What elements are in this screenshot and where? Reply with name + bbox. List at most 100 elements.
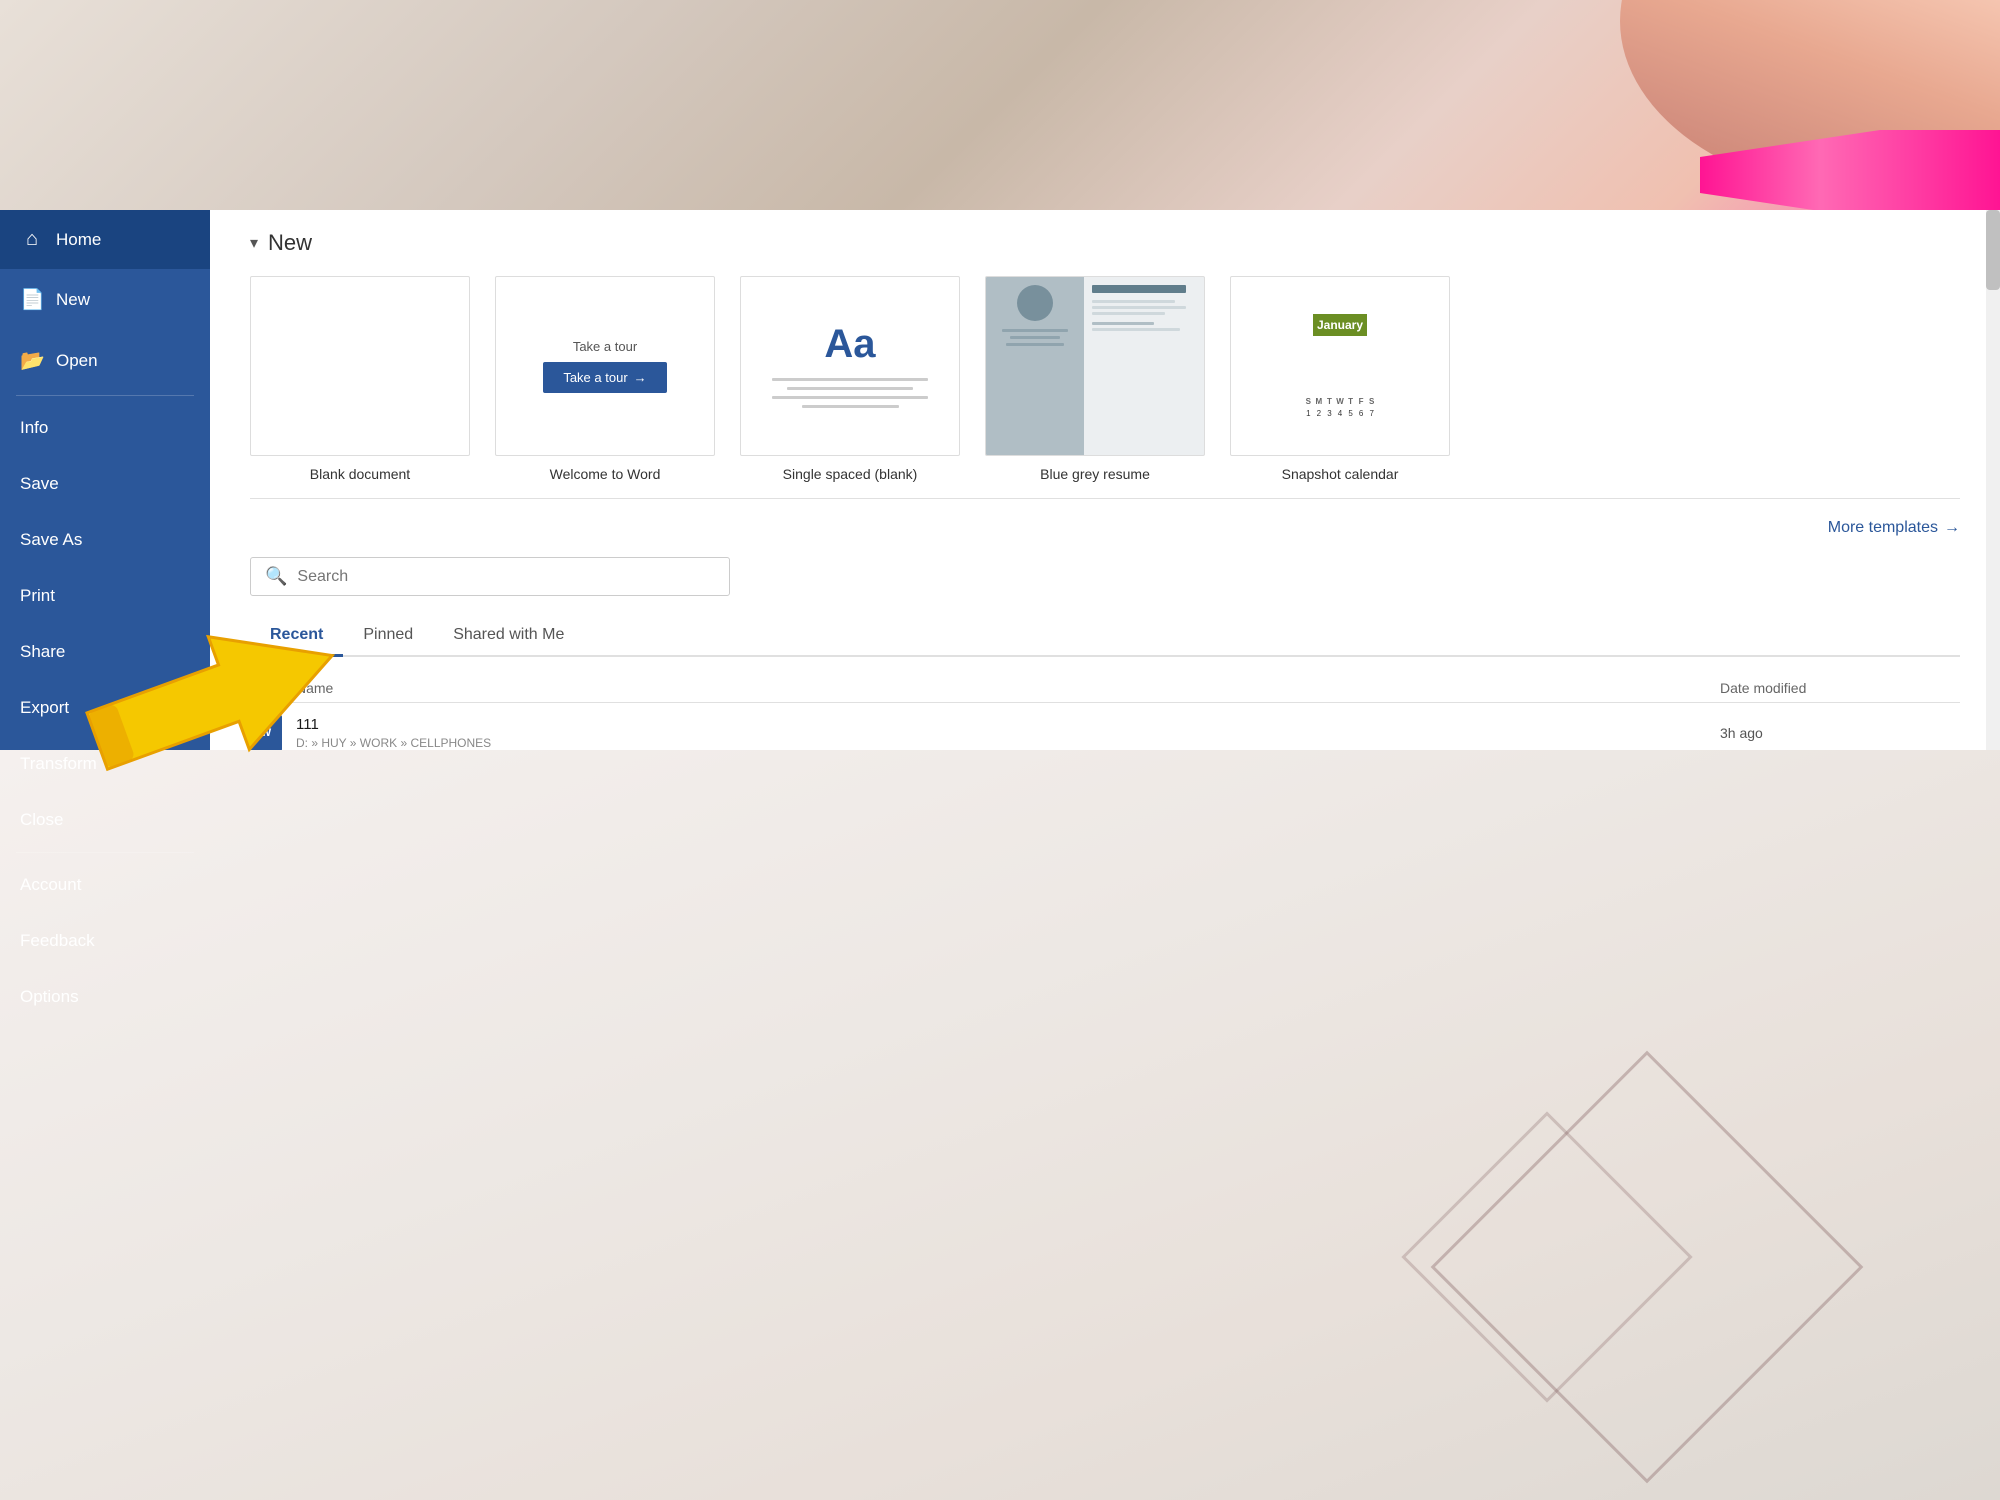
resume-line-1 xyxy=(1002,329,1068,332)
template-single-label: Single spaced (blank) xyxy=(783,466,918,482)
resume-section-1 xyxy=(1092,322,1154,325)
sidebar-item-new[interactable]: 📄 New xyxy=(0,269,210,330)
cal-cell-1: 1 xyxy=(1304,408,1314,419)
calendar-header: January xyxy=(1313,314,1367,336)
scrollbar[interactable] xyxy=(1986,210,2000,750)
doc-line-2 xyxy=(787,387,913,390)
template-resume-label: Blue grey resume xyxy=(1040,466,1150,482)
template-blank[interactable]: Blank document xyxy=(250,276,470,482)
new-doc-icon: 📄 xyxy=(20,287,44,312)
cal-day-s2: S xyxy=(1367,396,1377,407)
blank-thumb xyxy=(250,276,470,456)
sidebar-item-account[interactable]: Account xyxy=(0,857,210,913)
open-icon: 📂 xyxy=(20,348,44,373)
more-templates-row: More templates → xyxy=(250,519,1960,537)
sidebar-label-account: Account xyxy=(20,875,81,895)
resume-detail-3 xyxy=(1092,312,1165,315)
tab-pinned-label: Pinned xyxy=(363,626,413,643)
doc-line-1 xyxy=(772,378,927,381)
resume-avatar-circle xyxy=(1017,285,1053,321)
welcome-tour-text: Take a tour xyxy=(573,339,637,354)
calendar-grid: S M T W T F S 1 2 3 4 5 6 7 xyxy=(1304,396,1377,419)
sidebar-label-feedback: Feedback xyxy=(20,931,95,951)
welcome-tour-btn: Take a tour → xyxy=(543,362,666,393)
sidebar-label-info: Info xyxy=(20,418,48,438)
sidebar-label-save: Save xyxy=(20,474,59,494)
cal-cell-6: 6 xyxy=(1356,408,1366,419)
col-name-header: Name xyxy=(296,680,1710,696)
sidebar-divider-1 xyxy=(16,395,194,396)
tab-shared[interactable]: Shared with Me xyxy=(433,616,584,657)
template-calendar[interactable]: January S M T W T F S 1 2 xyxy=(1230,276,1450,482)
welcome-thumb: Take a tour Take a tour → xyxy=(495,276,715,456)
cal-cell-5: 5 xyxy=(1346,408,1356,419)
cal-day-s1: S xyxy=(1304,396,1314,407)
sidebar-item-options[interactable]: Options xyxy=(0,969,210,1025)
templates-divider xyxy=(250,498,1960,499)
file-list-header: 📄 Name Date modified xyxy=(250,673,1960,703)
sidebar-item-home[interactable]: ⌂ Home xyxy=(0,210,210,269)
file-row-1[interactable]: W 111 D: » HUY » WORK » CELLPHONES 3h ag… xyxy=(250,703,1960,750)
arrow-right-icon: → xyxy=(634,370,647,385)
sidebar-item-open[interactable]: 📂 Open xyxy=(0,330,210,391)
col-date-header: Date modified xyxy=(1720,680,1960,696)
welcome-tour-btn-label: Take a tour xyxy=(563,370,627,385)
section-title: New xyxy=(268,230,312,256)
file-path-1: D: » HUY » WORK » CELLPHONES xyxy=(296,736,1710,750)
resume-detail-2 xyxy=(1092,306,1186,309)
cal-day-w: W xyxy=(1335,396,1345,407)
calendar-photo-strip xyxy=(1339,340,1341,390)
single-spaced-thumb: Aa xyxy=(740,276,960,456)
sidebar-bottom: Account Feedback Options xyxy=(0,857,210,1025)
cal-day-t2: T xyxy=(1346,396,1356,407)
resume-name-block xyxy=(1092,285,1186,293)
sidebar-item-save-as[interactable]: Save As xyxy=(0,512,210,568)
template-single-spaced[interactable]: Aa Single spaced (blank) xyxy=(740,276,960,482)
cal-cell-3: 3 xyxy=(1325,408,1335,419)
tabs-row: Recent Pinned Shared with Me xyxy=(250,616,1960,657)
sidebar-item-save[interactable]: Save xyxy=(0,456,210,512)
doc-line-3 xyxy=(772,396,927,399)
resume-detail-4 xyxy=(1092,328,1180,331)
template-resume[interactable]: Blue grey resume xyxy=(985,276,1205,482)
resume-line-2 xyxy=(1010,336,1059,339)
sidebar-label-save-as: Save As xyxy=(20,530,82,550)
calendar-thumb: January S M T W T F S 1 2 xyxy=(1230,276,1450,456)
cal-cell-4: 4 xyxy=(1335,408,1345,419)
cal-day-f: F xyxy=(1356,396,1366,407)
template-welcome-label: Welcome to Word xyxy=(550,466,661,482)
file-date-1: 3h ago xyxy=(1720,725,1960,741)
more-templates-link[interactable]: More templates → xyxy=(1828,519,1960,537)
cal-day-t1: T xyxy=(1325,396,1335,407)
more-templates-label: More templates xyxy=(1828,519,1938,537)
file-name-1: 111 xyxy=(296,716,1710,733)
resume-thumb xyxy=(985,276,1205,456)
template-gallery: Blank document Take a tour Take a tour →… xyxy=(250,276,1960,482)
sidebar-label-open: Open xyxy=(56,351,98,371)
new-section-header: ▾ New xyxy=(250,230,1960,256)
resume-main xyxy=(1084,277,1204,455)
sidebar-item-feedback[interactable]: Feedback xyxy=(0,913,210,969)
scrollbar-thumb[interactable] xyxy=(1986,210,2000,290)
home-icon: ⌂ xyxy=(20,228,44,251)
yellow-arrow-overlay xyxy=(50,580,370,820)
resume-sidebar xyxy=(986,277,1084,455)
template-welcome[interactable]: Take a tour Take a tour → Welcome to Wor… xyxy=(495,276,715,482)
doc-line-4 xyxy=(802,405,899,408)
aa-label: Aa xyxy=(824,322,875,367)
sidebar-label-home: Home xyxy=(56,230,101,250)
cal-cell-7: 7 xyxy=(1367,408,1377,419)
sidebar-label-new: New xyxy=(56,290,90,310)
resume-detail-1 xyxy=(1092,300,1175,303)
file-name-block-1: 111 D: » HUY » WORK » CELLPHONES xyxy=(296,716,1710,750)
cal-cell-2: 2 xyxy=(1314,408,1324,419)
collapse-icon[interactable]: ▾ xyxy=(250,233,258,253)
resume-line-3 xyxy=(1006,343,1063,346)
sidebar-label-options: Options xyxy=(20,987,79,1007)
template-calendar-label: Snapshot calendar xyxy=(1282,466,1399,482)
more-templates-arrow-icon: → xyxy=(1944,519,1960,537)
cal-day-m: M xyxy=(1314,396,1324,407)
sidebar-item-info[interactable]: Info xyxy=(0,400,210,456)
yellow-arrow-svg xyxy=(50,580,370,820)
template-blank-label: Blank document xyxy=(310,466,410,482)
